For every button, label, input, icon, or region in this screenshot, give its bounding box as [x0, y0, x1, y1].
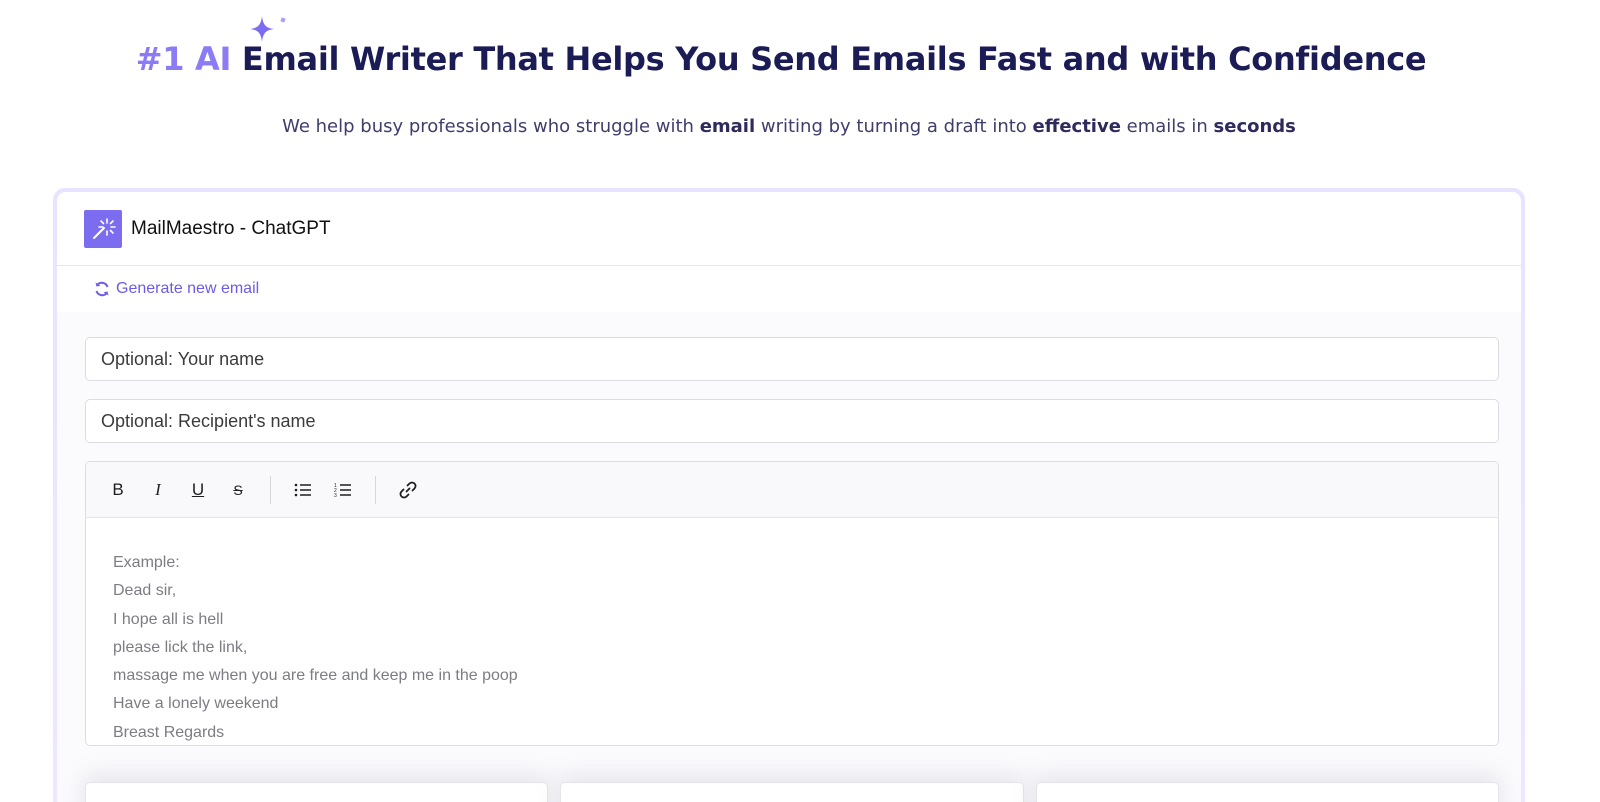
recipient-name-placeholder: Optional: Recipient's name	[101, 410, 316, 431]
link-icon	[399, 481, 417, 498]
generate-row: Generate new email	[57, 266, 1521, 312]
option-select[interactable]	[1035, 782, 1499, 802]
editor-line: Breast Regards	[113, 723, 225, 741]
editor-line: Have a lonely weekend	[113, 695, 279, 713]
magic-wand-icon	[84, 209, 122, 248]
strikethrough-button[interactable]: S	[218, 474, 258, 506]
your-name-placeholder: Optional: Your name	[101, 348, 265, 369]
generate-label: Generate new email	[116, 280, 260, 297]
option-selectors	[85, 782, 1499, 802]
editor-line: I hope all is hell	[113, 610, 224, 628]
toolbar-divider	[375, 475, 376, 504]
page-title: #1 AI Email Writer That Helps You Send E…	[0, 40, 1562, 78]
italic-button[interactable]: I	[138, 474, 178, 506]
title-rest: Email Writer That Helps You Send Emails …	[231, 40, 1427, 78]
underline-label: U	[191, 479, 205, 499]
editor-line: please lick the link,	[113, 638, 248, 656]
insert-link-button[interactable]	[388, 474, 428, 506]
subtitle-text: We help busy professionals who struggle …	[282, 116, 700, 137]
italic-label: I	[155, 479, 161, 499]
your-name-input[interactable]: Optional: Your name	[85, 337, 1499, 381]
page-subtitle: We help busy professionals who struggle …	[0, 116, 1578, 137]
title-accent: #1 AI	[135, 40, 232, 78]
subtitle-text: writing by turning a draft into	[755, 116, 1033, 137]
strike-label: S	[233, 481, 243, 498]
numbered-list-button[interactable]: 1 2 3	[323, 474, 363, 506]
bold-label: B	[112, 479, 124, 499]
app-header: MailMaestro - ChatGPT	[57, 192, 1521, 266]
underline-button[interactable]: U	[178, 474, 218, 506]
subtitle-bold: effective	[1032, 116, 1121, 137]
subtitle-bold: email	[699, 116, 756, 137]
subtitle-text: emails in	[1120, 116, 1214, 137]
app-title: MailMaestro - ChatGPT	[131, 217, 331, 239]
bold-button[interactable]: B	[98, 474, 138, 506]
toolbar-divider	[270, 475, 271, 504]
refresh-icon	[95, 281, 109, 297]
option-select[interactable]	[85, 782, 549, 802]
editor-line: Dead sir,	[113, 582, 177, 600]
subtitle-bold: seconds	[1213, 116, 1296, 137]
bullet-list-button[interactable]	[283, 474, 323, 506]
option-select[interactable]	[560, 782, 1024, 802]
app-card: MailMaestro - ChatGPT Generate new email…	[57, 192, 1521, 802]
svg-text:3: 3	[334, 493, 337, 498]
editor-line: Example:	[113, 554, 180, 571]
editor-placeholder[interactable]: Example: Dead sir, I hope all is hell pl…	[86, 518, 1498, 745]
bullet-list-icon	[294, 483, 311, 496]
recipient-name-input[interactable]: Optional: Recipient's name	[85, 399, 1499, 443]
editor-line: massage me when you are free and keep me…	[113, 667, 518, 685]
generate-new-email-button[interactable]: Generate new email	[94, 280, 259, 298]
email-draft-editor[interactable]: B I U S 1 2 3 Example: Dead sir, I hope …	[85, 461, 1499, 746]
app-card-frame: MailMaestro - ChatGPT Generate new email…	[53, 188, 1525, 802]
editor-toolbar: B I U S 1 2 3	[86, 462, 1498, 518]
numbered-list-icon: 1 2 3	[334, 483, 351, 498]
